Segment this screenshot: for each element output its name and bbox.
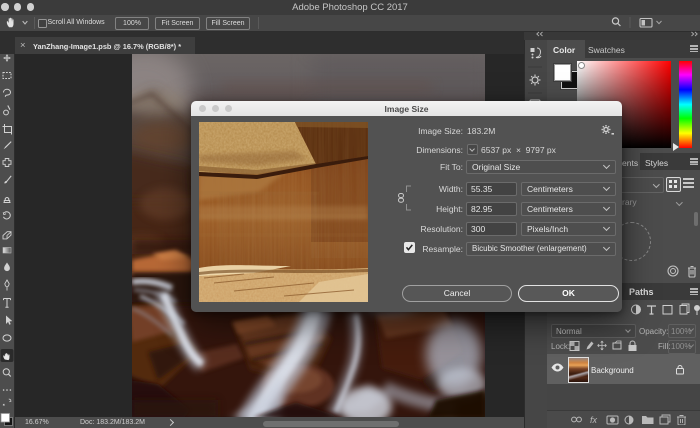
svg-text:fx: fx (590, 415, 598, 425)
